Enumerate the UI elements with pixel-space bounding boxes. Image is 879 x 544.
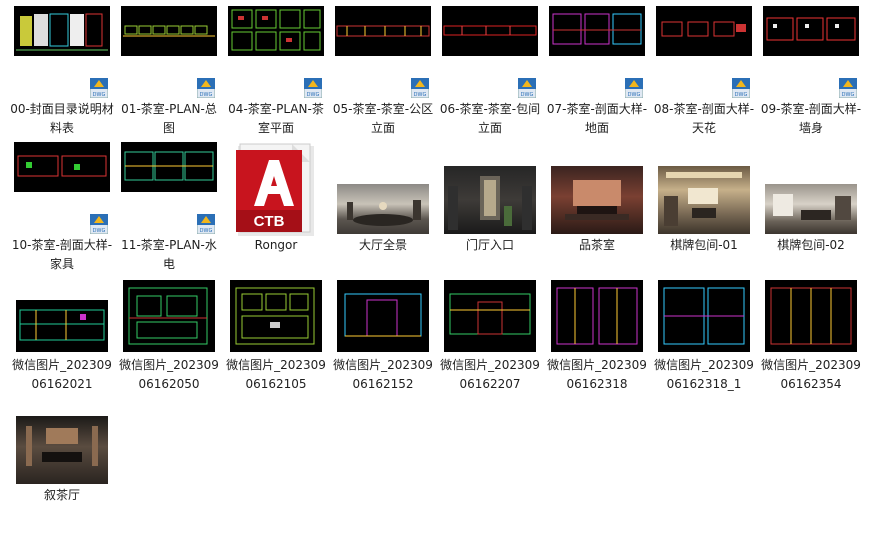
dwg-file-icon: DWG	[410, 77, 430, 99]
svg-text:DWG: DWG	[842, 92, 855, 98]
file-thumbnail	[14, 142, 110, 192]
file-thumbnail	[442, 6, 538, 56]
svg-text:DWG: DWG	[414, 92, 427, 98]
file-thumbnail	[763, 6, 859, 56]
file-name: 微信图片_20230906162207	[440, 358, 540, 391]
file-thumbnail	[335, 6, 431, 56]
dwg-file-icon: DWG	[89, 213, 109, 235]
file-item[interactable]: 棋牌包间-01	[652, 138, 756, 262]
dwg-file-icon: DWG	[517, 77, 537, 99]
image-thumbnail	[765, 184, 857, 234]
image-thumbnail	[16, 416, 108, 484]
dwg-file-icon: DWG	[196, 213, 216, 235]
file-name: 微信图片_20230906162318_1	[654, 358, 754, 391]
file-item[interactable]: 大厅全景	[331, 138, 435, 262]
dwg-file-icon: DWG	[624, 77, 644, 99]
dwg-file-icon: DWG	[303, 77, 323, 99]
dwg-file-icon: DWG	[196, 77, 216, 99]
file-thumbnail	[121, 6, 217, 56]
file-item[interactable]: DWG 08-茶室-剖面大样-天花	[652, 2, 756, 135]
file-thumbnail	[228, 6, 324, 56]
file-item[interactable]: 微信图片_20230906162207	[438, 276, 542, 400]
file-item[interactable]: 微信图片_20230906162318	[545, 276, 649, 400]
file-item[interactable]: 门厅入口	[438, 138, 542, 262]
file-name: 05-茶室-茶室-公区立面	[332, 102, 434, 135]
file-name: 微信图片_20230906162021	[12, 358, 112, 391]
file-thumbnail	[121, 142, 217, 192]
file-item[interactable]: DWG 05-茶室-茶室-公区立面	[331, 2, 435, 135]
file-item[interactable]: DWG 07-茶室-剖面大样-地面	[545, 2, 649, 135]
svg-text:DWG: DWG	[521, 92, 534, 98]
file-name: 00-封面目录说明材料表	[10, 102, 114, 135]
file-item[interactable]: CTB Rongor	[224, 138, 328, 262]
file-thumbnail	[549, 6, 645, 56]
image-thumbnail	[230, 280, 322, 352]
dwg-file-icon: DWG	[89, 77, 109, 99]
file-name: 08-茶室-剖面大样-天花	[653, 102, 755, 135]
image-thumbnail	[551, 166, 643, 234]
file-name: 大厅全景	[358, 238, 407, 252]
file-name: 11-茶室-PLAN-水电	[121, 238, 217, 271]
image-thumbnail	[337, 184, 429, 234]
file-item[interactable]: 品茶室	[545, 138, 649, 262]
file-item[interactable]: DWG 11-茶室-PLAN-水电	[117, 138, 221, 271]
file-name: Rongor	[254, 238, 298, 252]
file-explorer-grid: { "files":[ {"name":"00-封面目录说明材料表","type…	[0, 0, 879, 544]
image-thumbnail	[444, 280, 536, 352]
file-name: 微信图片_20230906162318	[547, 358, 647, 391]
image-thumbnail	[444, 166, 536, 234]
file-item[interactable]: 微信图片_20230906162105	[224, 276, 328, 400]
image-thumbnail	[658, 280, 750, 352]
ctb-file-icon: CTB	[234, 142, 318, 236]
file-name: 微信图片_20230906162354	[761, 358, 861, 391]
dwg-file-icon: DWG	[838, 77, 858, 99]
file-name: 棋牌包间-01	[670, 238, 738, 252]
svg-text:DWG: DWG	[735, 92, 748, 98]
image-thumbnail	[658, 166, 750, 234]
file-thumbnail	[14, 6, 110, 56]
file-item[interactable]: DWG 00-封面目录说明材料表	[10, 2, 114, 135]
file-name: 10-茶室-剖面大样-家具	[11, 238, 113, 271]
svg-text:DWG: DWG	[93, 228, 106, 234]
file-item[interactable]: DWG 09-茶室-剖面大样-墙身	[759, 2, 863, 135]
svg-text:DWG: DWG	[307, 92, 320, 98]
file-name: 叙茶厅	[43, 488, 80, 502]
image-thumbnail	[551, 280, 643, 352]
svg-text:DWG: DWG	[200, 92, 213, 98]
file-item[interactable]: 微信图片_20230906162318_1	[652, 276, 756, 400]
dwg-file-icon: DWG	[731, 77, 751, 99]
file-name: 门厅入口	[465, 238, 514, 252]
svg-text:DWG: DWG	[200, 228, 213, 234]
file-item[interactable]: DWG 04-茶室-PLAN-茶室平面	[224, 2, 328, 135]
file-item[interactable]: 微信图片_20230906162152	[331, 276, 435, 400]
file-item[interactable]: DWG 06-茶室-茶室-包间立面	[438, 2, 542, 135]
file-item[interactable]: DWG 10-茶室-剖面大样-家具	[10, 138, 114, 271]
file-name: 微信图片_20230906162152	[333, 358, 433, 391]
file-item[interactable]: 微信图片_20230906162021	[10, 276, 114, 400]
file-thumbnail	[656, 6, 752, 56]
file-name: 微信图片_20230906162050	[119, 358, 219, 391]
file-item[interactable]: 棋牌包间-02	[759, 138, 863, 262]
file-name: 01-茶室-PLAN-总图	[121, 102, 217, 135]
svg-text:DWG: DWG	[93, 92, 106, 98]
file-item[interactable]: 微信图片_20230906162354	[759, 276, 863, 400]
svg-text:DWG: DWG	[628, 92, 641, 98]
file-name: 棋牌包间-02	[777, 238, 845, 252]
file-item[interactable]: 微信图片_20230906162050	[117, 276, 221, 400]
file-item[interactable]: DWG 01-茶室-PLAN-总图	[117, 2, 221, 135]
svg-text:CTB: CTB	[254, 213, 285, 230]
file-name: 微信图片_20230906162105	[226, 358, 326, 391]
image-thumbnail	[337, 280, 429, 352]
file-name: 04-茶室-PLAN-茶室平面	[228, 102, 324, 135]
file-name: 09-茶室-剖面大样-墙身	[760, 102, 862, 135]
file-name: 07-茶室-剖面大样-地面	[546, 102, 648, 135]
file-name: 品茶室	[578, 238, 615, 252]
image-thumbnail	[16, 300, 108, 352]
file-item[interactable]: 叙茶厅	[10, 412, 114, 536]
image-thumbnail	[765, 280, 857, 352]
file-name: 06-茶室-茶室-包间立面	[439, 102, 541, 135]
image-thumbnail	[123, 280, 215, 352]
